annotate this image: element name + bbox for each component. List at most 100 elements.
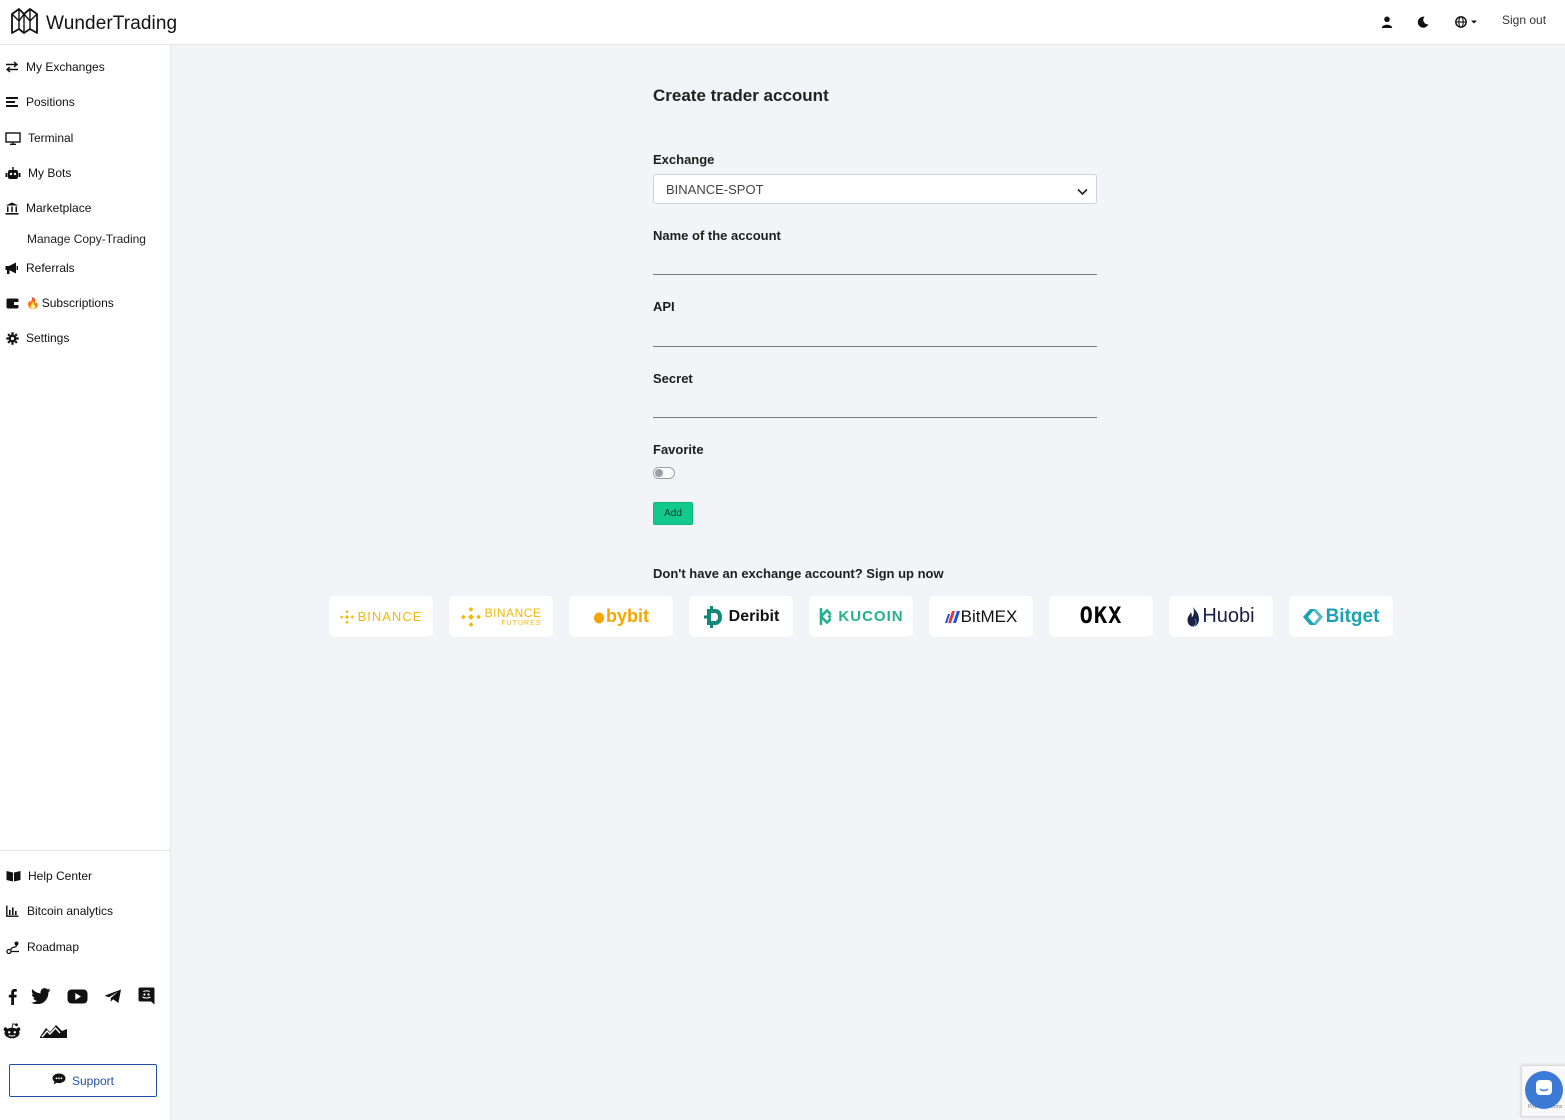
chevron-down-icon bbox=[1470, 20, 1477, 24]
exchange-card-okx[interactable]: OKX bbox=[1049, 596, 1153, 637]
exchange-card-binance-futures[interactable]: BINANCE FUTURES bbox=[449, 596, 553, 637]
bitmex-logo-icon bbox=[944, 610, 960, 623]
exchange-name: OKX bbox=[1079, 604, 1123, 629]
deribit-logo-icon bbox=[703, 605, 722, 628]
sidebar-item-subscriptions[interactable]: 🔥 Subscriptions bbox=[4, 294, 114, 312]
exchange-name: Deribit bbox=[728, 607, 780, 625]
top-header: WunderTrading Sign out bbox=[0, 0, 1565, 45]
sidebar-item-label: My Exchanges bbox=[26, 60, 105, 74]
chart-icon bbox=[4, 903, 21, 919]
account-name-label: Name of the account bbox=[653, 228, 781, 243]
exchange-card-kucoin[interactable]: KUCOIN bbox=[809, 596, 913, 637]
toggle-knob bbox=[655, 469, 663, 477]
sidebar-item-manage-copy-trading[interactable]: Manage Copy-Trading bbox=[27, 232, 146, 246]
exchange-name: KUCOIN bbox=[838, 608, 904, 625]
monitor-icon bbox=[4, 130, 22, 146]
sidebar-item-label: Roadmap bbox=[27, 940, 80, 954]
chat-icon bbox=[1535, 1079, 1553, 1102]
sidebar-item-marketplace[interactable]: Marketplace bbox=[4, 199, 91, 217]
route-icon bbox=[4, 939, 21, 955]
exchange-card-deribit[interactable]: Deribit bbox=[689, 596, 793, 637]
exchange-arrows-icon bbox=[4, 59, 20, 75]
bank-icon bbox=[4, 200, 20, 216]
exchange-name: bybit bbox=[606, 606, 649, 626]
sidebar-item-label: Marketplace bbox=[26, 201, 92, 215]
sidebar-item-label: Settings bbox=[26, 331, 70, 345]
sidebar-item-label: Bitcoin analytics bbox=[27, 904, 114, 918]
sidebar-item-label: My Bots bbox=[28, 166, 72, 180]
sidebar-item-label: Help Center bbox=[28, 869, 93, 883]
reddit-icon[interactable] bbox=[0, 1020, 24, 1042]
exchange-name: BINANCE bbox=[484, 605, 542, 620]
exchange-card-huobi[interactable]: Huobi bbox=[1169, 596, 1273, 637]
exchange-card-bitget[interactable]: Bitget bbox=[1289, 596, 1393, 637]
exchange-card-binance[interactable]: BINANCE bbox=[329, 596, 433, 637]
favorite-toggle[interactable] bbox=[653, 467, 675, 479]
exchange-card-bybit[interactable]: bybit bbox=[569, 596, 673, 637]
robot-icon bbox=[4, 165, 22, 181]
live-chat-button[interactable] bbox=[1525, 1071, 1563, 1109]
kucoin-logo-icon bbox=[820, 608, 833, 625]
exchange-name: Huobi bbox=[1202, 605, 1255, 627]
gear-icon bbox=[4, 330, 20, 346]
sidebar-item-settings[interactable]: Settings bbox=[4, 329, 69, 347]
chevron-down-icon bbox=[1077, 184, 1088, 199]
page-title: Create trader account bbox=[653, 86, 829, 105]
fire-icon: 🔥 bbox=[26, 297, 40, 310]
globe-icon[interactable] bbox=[1453, 12, 1479, 32]
account-name-input[interactable] bbox=[653, 249, 1097, 275]
api-label: API bbox=[653, 299, 675, 314]
exchange-name: BitMEX bbox=[960, 606, 1018, 626]
exchange-label: Exchange bbox=[653, 152, 715, 167]
sidebar-item-help-center[interactable]: Help Center bbox=[4, 867, 92, 885]
bitget-logo-icon bbox=[1302, 608, 1323, 625]
support-label: Support bbox=[71, 1073, 115, 1088]
sidebar-item-my-bots[interactable]: My Bots bbox=[4, 164, 71, 182]
exchange-subname: FUTURES bbox=[501, 619, 542, 627]
brand-name: WunderTrading bbox=[46, 12, 178, 34]
chat-icon bbox=[52, 1073, 66, 1088]
sidebar-item-label: Terminal bbox=[28, 131, 74, 145]
binance-logo-icon bbox=[339, 609, 354, 624]
twitter-icon[interactable] bbox=[29, 985, 53, 1007]
user-icon[interactable] bbox=[1377, 12, 1397, 32]
wallet-icon bbox=[4, 295, 20, 311]
exchange-name: BINANCE bbox=[357, 609, 423, 624]
telegram-icon[interactable] bbox=[101, 985, 125, 1007]
huobi-logo-icon bbox=[1187, 606, 1200, 627]
sidebar-item-positions[interactable]: Positions bbox=[4, 93, 75, 111]
sidebar-divider bbox=[0, 850, 171, 851]
coinmarketcap-icon[interactable] bbox=[38, 1020, 68, 1042]
bybit-logo-icon bbox=[594, 612, 604, 623]
megaphone-icon bbox=[4, 260, 20, 276]
exchange-name: Bitget bbox=[1325, 605, 1380, 627]
wundertrading-logo-icon bbox=[9, 6, 40, 41]
sidebar-item-my-exchanges[interactable]: My Exchanges bbox=[4, 58, 105, 76]
sidebar-item-referrals[interactable]: Referrals bbox=[4, 259, 75, 277]
moon-icon[interactable] bbox=[1413, 12, 1433, 32]
sign-out-link[interactable]: Sign out bbox=[1502, 13, 1546, 27]
signup-prompt: Don't have an exchange account? Sign up … bbox=[653, 566, 944, 581]
favorite-label: Favorite bbox=[653, 442, 704, 457]
exchange-card-bitmex[interactable]: BitMEX bbox=[929, 596, 1033, 637]
binance-logo-icon bbox=[460, 606, 481, 627]
book-icon bbox=[4, 868, 22, 884]
support-button[interactable]: Support bbox=[9, 1064, 157, 1097]
facebook-icon[interactable] bbox=[0, 985, 24, 1007]
api-input[interactable] bbox=[653, 321, 1097, 347]
sidebar: My Exchanges Positions Terminal My Bots … bbox=[0, 45, 171, 1120]
discord-icon[interactable] bbox=[134, 985, 158, 1007]
add-button[interactable]: Add bbox=[653, 502, 693, 525]
sidebar-item-label: Subscriptions bbox=[41, 296, 114, 310]
exchange-select[interactable]: BINANCE-SPOT bbox=[653, 174, 1097, 204]
youtube-icon[interactable] bbox=[65, 985, 89, 1007]
secret-label: Secret bbox=[653, 371, 693, 386]
sidebar-item-label: Positions bbox=[26, 95, 75, 109]
list-icon bbox=[4, 94, 20, 110]
brand-logo[interactable]: WunderTrading bbox=[9, 6, 177, 41]
secret-input[interactable] bbox=[653, 392, 1097, 418]
sidebar-item-terminal[interactable]: Terminal bbox=[4, 129, 73, 147]
sidebar-item-roadmap[interactable]: Roadmap bbox=[4, 938, 79, 956]
sidebar-item-bitcoin-analytics[interactable]: Bitcoin analytics bbox=[4, 902, 113, 920]
sidebar-item-label: Referrals bbox=[26, 261, 75, 275]
